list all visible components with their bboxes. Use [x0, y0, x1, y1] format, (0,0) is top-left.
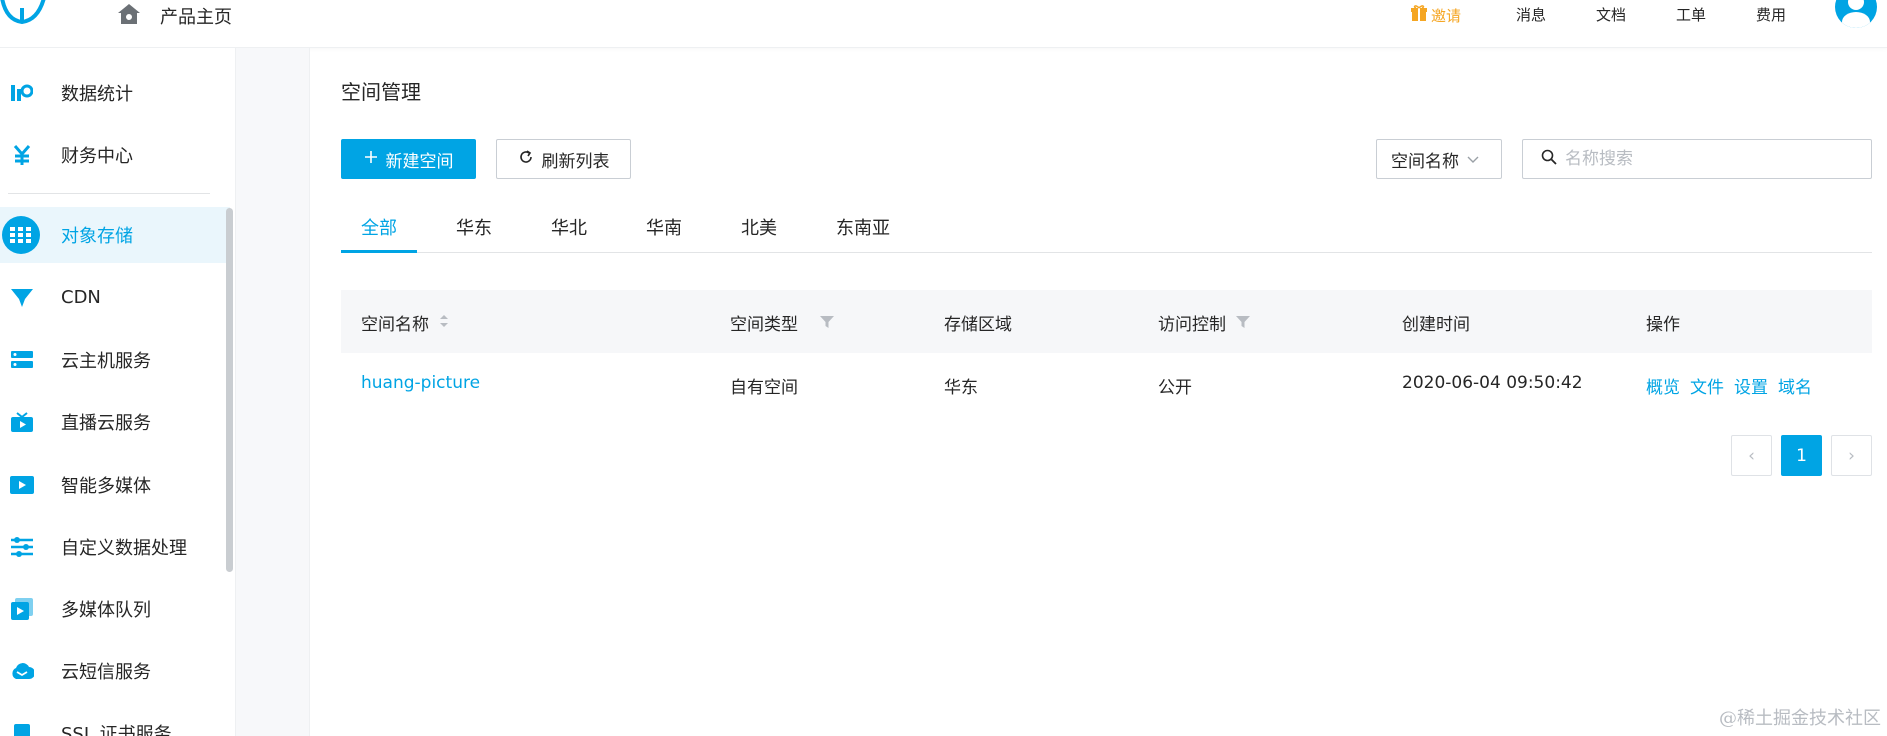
- column-storage-region: 存储区域: [944, 315, 1012, 335]
- refresh-list-label: 刷新列表: [541, 151, 610, 172]
- new-space-label: 新建空间: [385, 151, 454, 172]
- next-page-button[interactable]: ›: [1831, 435, 1872, 476]
- column-space-type[interactable]: 空间类型: [730, 310, 834, 335]
- user-avatar[interactable]: [1835, 0, 1877, 28]
- page-title: 空间管理: [341, 80, 421, 104]
- yuan-icon: [10, 143, 34, 167]
- region-cell: 华东: [944, 378, 978, 398]
- top-header: 产品主页 邀请 消息 文档 工单 费用: [0, 0, 1887, 48]
- sidebar-item-label: 对象存储: [61, 226, 133, 247]
- filter-icon[interactable]: [1236, 313, 1250, 333]
- settings-link[interactable]: 设置: [1734, 373, 1768, 398]
- chevron-down-icon: [1467, 149, 1479, 169]
- row-actions: 概览 文件 设置 域名: [1646, 373, 1812, 398]
- column-access-control[interactable]: 访问控制: [1158, 310, 1250, 335]
- invite-link[interactable]: 邀请: [1411, 4, 1461, 26]
- main-content: 空间管理 新建空间 刷新列表 空间名称 全部 华东 华北 华南 北美 东南亚: [310, 48, 1887, 736]
- sidebar-item-label: 直播云服务: [61, 413, 151, 434]
- sliders-icon: [10, 535, 34, 559]
- filter-icon[interactable]: [820, 313, 834, 333]
- sidebar-item-label: 财务中心: [61, 146, 133, 167]
- cdn-icon: [10, 285, 34, 309]
- domain-link[interactable]: 域名: [1778, 373, 1812, 398]
- search-box[interactable]: [1522, 139, 1872, 179]
- sidebar-item-finance[interactable]: 财务中心: [0, 127, 230, 183]
- overview-link[interactable]: 概览: [1646, 373, 1680, 398]
- page-1-button[interactable]: 1: [1781, 435, 1822, 476]
- sort-icon[interactable]: [439, 313, 449, 333]
- tv-icon: [10, 410, 34, 434]
- sidebar-item-label: 多媒体队列: [61, 600, 151, 621]
- column-actions: 操作: [1646, 315, 1680, 335]
- video-icon: [10, 473, 34, 497]
- tab-southeast-asia[interactable]: 东南亚: [836, 214, 890, 240]
- column-created-time: 创建时间: [1402, 315, 1470, 335]
- ssl-icon: [10, 721, 34, 736]
- refresh-list-button[interactable]: 刷新列表: [496, 139, 631, 179]
- sidebar-item-label: 智能多媒体: [61, 476, 151, 497]
- sidebar-item-custom-data[interactable]: 自定义数据处理: [0, 519, 230, 575]
- tab-east-china[interactable]: 华东: [456, 214, 492, 240]
- tab-north-china[interactable]: 华北: [551, 214, 587, 240]
- refresh-icon: [518, 149, 534, 170]
- prev-page-button[interactable]: ‹: [1731, 435, 1772, 476]
- qiniu-logo-icon[interactable]: [0, 0, 48, 34]
- media-queue-icon: [10, 597, 34, 621]
- messages-link[interactable]: 消息: [1516, 4, 1546, 25]
- secondary-nav-gutter: [236, 48, 310, 736]
- search-field-select[interactable]: 空间名称: [1376, 139, 1502, 179]
- billing-link[interactable]: 费用: [1756, 4, 1786, 25]
- search-field-value: 空间名称: [1391, 151, 1459, 172]
- access-cell: 公开: [1158, 378, 1192, 398]
- sidebar-item-media-queue[interactable]: 多媒体队列: [0, 581, 230, 637]
- plus-icon: [364, 149, 378, 169]
- sidebar-item-label: 云短信服务: [61, 662, 151, 683]
- sidebar-item-cdn[interactable]: CDN: [0, 269, 230, 325]
- created-time-cell: 2020-06-04 09:50:42: [1402, 373, 1583, 393]
- sidebar-item-label: 数据统计: [61, 84, 133, 105]
- sidebar-item-object-storage[interactable]: 对象存储: [0, 207, 230, 263]
- object-storage-icon: [2, 216, 40, 254]
- space-type-cell: 自有空间: [730, 378, 798, 398]
- sidebar-item-stats[interactable]: 数据统计: [0, 65, 230, 121]
- docs-link[interactable]: 文档: [1596, 4, 1626, 25]
- product-home-link[interactable]: 产品主页: [160, 3, 232, 29]
- home-icon[interactable]: [116, 2, 142, 30]
- sidebar-item-live[interactable]: 直播云服务: [0, 394, 230, 450]
- sidebar-scrollbar[interactable]: [226, 208, 233, 572]
- sidebar-divider: [8, 193, 210, 194]
- column-space-name[interactable]: 空间名称: [361, 310, 449, 335]
- sidebar-item-ssl[interactable]: SSL 证书服务: [0, 705, 230, 736]
- table-header: 空间名称 空间类型 存储区域 访问控制 创建时间 操作: [341, 290, 1872, 353]
- watermark: @稀土掘金技术社区: [1719, 708, 1881, 729]
- sidebar-item-label: CDN: [61, 286, 101, 308]
- search-icon: [1541, 149, 1557, 169]
- sidebar-item-label: 云主机服务: [61, 351, 151, 372]
- gift-icon: [1411, 4, 1427, 26]
- sidebar: 数据统计 财务中心 对象存储 CDN 云主机服务 直播云服务 智能多媒体 自定义…: [0, 48, 236, 736]
- active-tab-indicator: [341, 250, 417, 253]
- sidebar-item-cloud-host[interactable]: 云主机服务: [0, 332, 230, 388]
- sidebar-item-label: SSL 证书服务: [61, 724, 172, 736]
- sidebar-item-label: 自定义数据处理: [61, 538, 187, 559]
- sidebar-item-smart-media[interactable]: 智能多媒体: [0, 457, 230, 513]
- cloud-sms-icon: [10, 659, 34, 683]
- server-icon: [10, 348, 34, 372]
- tickets-link[interactable]: 工单: [1676, 4, 1706, 25]
- tab-north-america[interactable]: 北美: [741, 214, 777, 240]
- stats-icon: [10, 81, 34, 105]
- tab-south-china[interactable]: 华南: [646, 214, 682, 240]
- invite-label: 邀请: [1431, 6, 1462, 25]
- space-name-link[interactable]: huang-picture: [361, 373, 480, 393]
- region-tabs: 全部 华东 华北 华南 北美 东南亚: [341, 206, 1872, 253]
- tab-all[interactable]: 全部: [361, 214, 397, 240]
- sidebar-item-cloud-sms[interactable]: 云短信服务: [0, 643, 230, 699]
- files-link[interactable]: 文件: [1690, 373, 1724, 398]
- search-input[interactable]: [1565, 149, 1865, 169]
- new-space-button[interactable]: 新建空间: [341, 139, 476, 179]
- table-row: huang-picture 自有空间 华东 公开 2020-06-04 09:5…: [341, 353, 1872, 416]
